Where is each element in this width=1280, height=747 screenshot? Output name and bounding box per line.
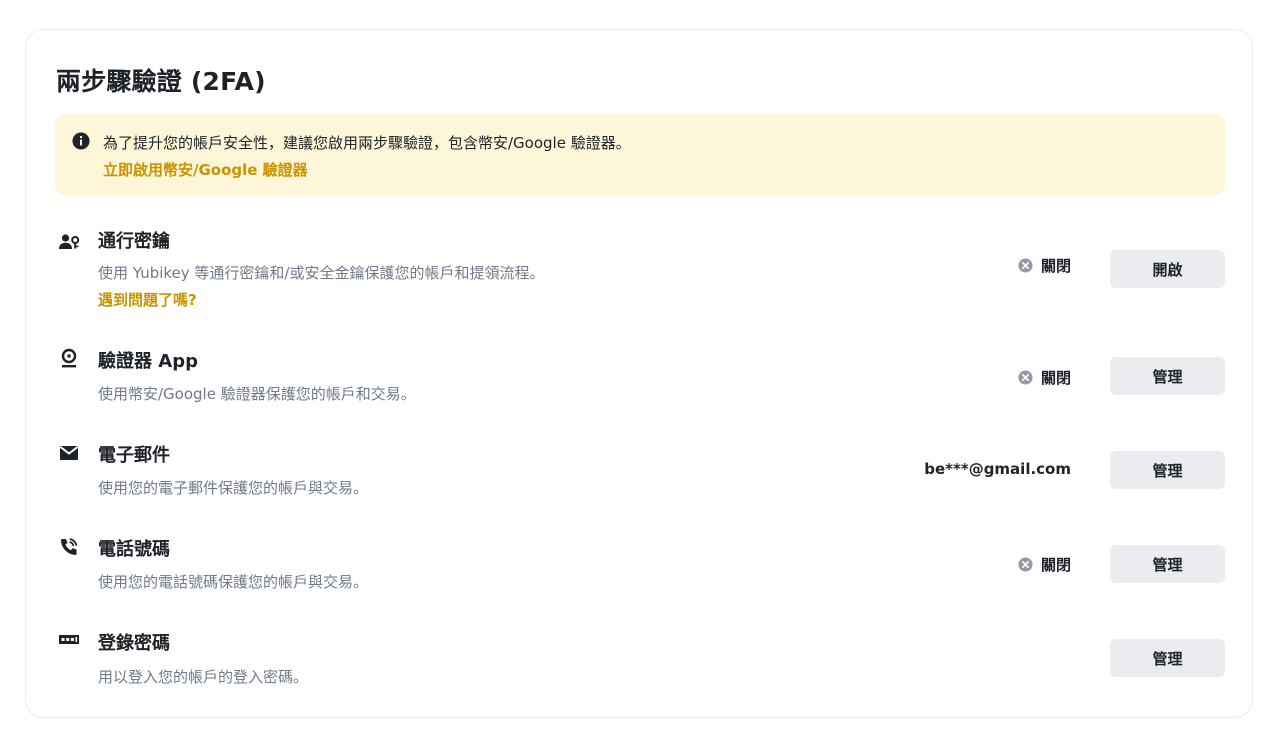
status-label: 關閉 [1040,556,1071,574]
method-row-email: 電子郵件 使用您的電子郵件保護您的帳戶與交易。 be***@gmail.com … [26,439,1254,529]
method-row-authenticator: 驗證器 App 使用幣安/Google 驗證器保護您的帳戶和交易。 關閉 管理 [26,345,1254,435]
email-value: be***@gmail.com [924,460,1071,478]
method-description: 使用您的電話號碼保護您的帳戶與交易。 [98,573,369,591]
status-indicator: 關閉 [1018,554,1071,575]
method-title: 登錄密碼 [98,633,170,654]
phone-icon [61,538,78,555]
passkey-help-link[interactable]: 遇到問題了嗎? [98,289,197,310]
manage-phone-button[interactable]: 管理 [1110,545,1225,583]
manage-authenticator-button[interactable]: 管理 [1110,357,1225,395]
method-title: 驗證器 App [98,351,198,372]
method-title: 通行密鑰 [98,231,170,252]
method-row-passkey: 通行密鑰 使用 Yubikey 等通行密鑰和/或安全金鑰保護您的帳戶和提領流程。… [26,225,1254,315]
enable-passkey-button[interactable]: 開啟 [1110,250,1225,288]
method-description: 使用您的電子郵件保護您的帳戶與交易。 [98,479,369,497]
notice-text: 為了提升您的帳戶安全性，建議您啟用兩步驟驗證，包含幣安/Google 驗證器。 [103,134,631,152]
authenticator-icon [61,348,77,368]
email-address: be***@gmail.com [924,460,1071,478]
manage-email-button[interactable]: 管理 [1110,451,1225,489]
status-off-icon [1018,557,1033,572]
password-icon [59,635,79,644]
method-row-password: 登錄密碼 用以登入您的帳戶的登入密碼。 管理 [26,627,1254,717]
method-description: 用以登入您的帳戶的登入密碼。 [98,668,309,686]
manage-password-button[interactable]: 管理 [1110,639,1225,677]
method-title: 電子郵件 [98,445,170,466]
info-icon [72,132,90,150]
status-indicator: 關閉 [1018,255,1071,276]
status-label: 關閉 [1040,369,1071,387]
status-label: 關閉 [1040,257,1071,275]
status-off-icon [1018,370,1033,385]
status-indicator: 關閉 [1018,367,1071,388]
status-off-icon [1018,258,1033,273]
method-title: 電話號碼 [98,539,170,560]
email-icon [59,446,79,460]
two-factor-auth-card: 兩步驟驗證 (2FA) 為了提升您的帳戶安全性，建議您啟用兩步驟驗證，包含幣安/… [25,29,1253,718]
method-row-phone: 電話號碼 使用您的電話號碼保護您的帳戶與交易。 關閉 管理 [26,533,1254,623]
passkey-icon [59,234,80,249]
method-description: 使用 Yubikey 等通行密鑰和/或安全金鑰保護您的帳戶和提領流程。 [98,264,545,282]
security-notice: 為了提升您的帳戶安全性，建議您啟用兩步驟驗證，包含幣安/Google 驗證器。 … [55,114,1225,195]
enable-authenticator-link[interactable]: 立即啟用幣安/Google 驗證器 [103,159,308,180]
method-description: 使用幣安/Google 驗證器保護您的帳戶和交易。 [98,385,416,403]
page-title: 兩步驟驗證 (2FA) [56,67,266,96]
